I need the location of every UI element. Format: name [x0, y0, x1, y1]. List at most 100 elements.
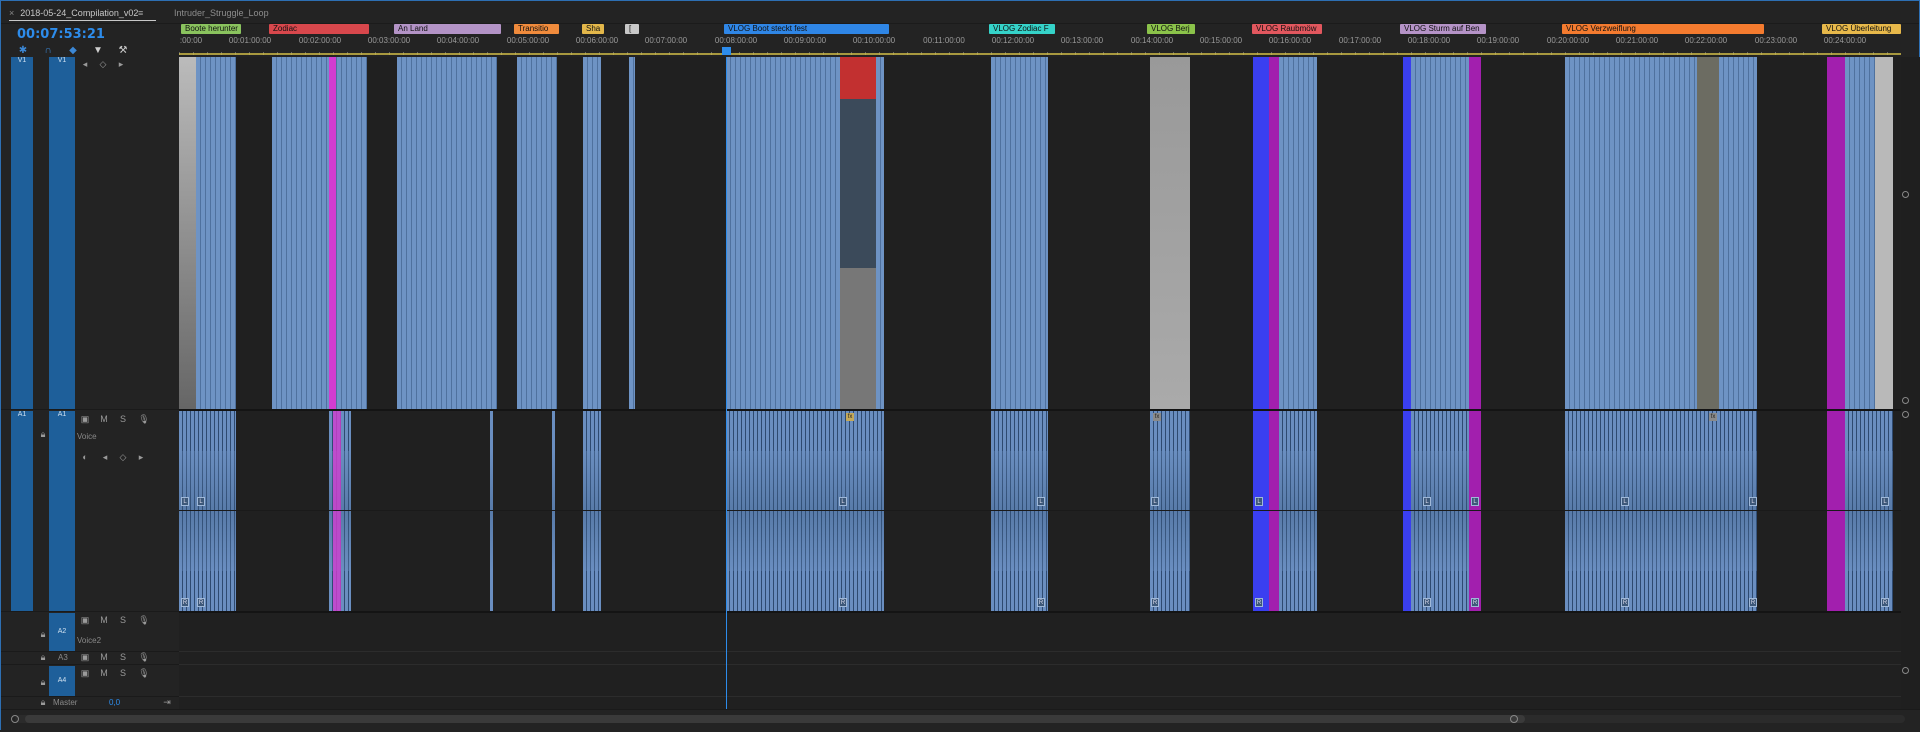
video-zoom-handle-icon[interactable] — [1902, 191, 1909, 198]
voice-over-record-icon[interactable]: 🎙︎ — [138, 652, 150, 663]
marker-icon[interactable]: ▼ — [92, 45, 104, 57]
source-patch-v1[interactable]: V1 — [11, 57, 33, 409]
target-track-a4[interactable]: A4 — [49, 666, 75, 696]
video-clip[interactable] — [1403, 57, 1411, 409]
next-keyframe-icon[interactable]: ▸ — [115, 59, 127, 70]
video-clip[interactable] — [1279, 57, 1317, 409]
audio-clip[interactable] — [1279, 411, 1317, 611]
panel-menu-icon[interactable]: ≡ — [138, 8, 143, 18]
marker-vlog-berj[interactable]: VLOG Berj — [1147, 24, 1195, 34]
mute-button[interactable]: M — [98, 668, 110, 678]
marker-vlog-zodiac[interactable]: VLOG Zodiac F — [989, 24, 1055, 34]
vertical-scrollbar[interactable] — [1901, 57, 1920, 709]
audio-clip[interactable] — [991, 411, 1048, 611]
time-ruler[interactable]: Boote herunter Zodiac An Land Transitio … — [179, 23, 1901, 55]
marker-vlog-ueberleitung[interactable]: VLOG Überleitung — [1822, 24, 1901, 34]
video-clip[interactable] — [179, 57, 196, 409]
video-clip[interactable] — [272, 57, 367, 409]
video-zoom-handle-icon[interactable] — [1902, 397, 1909, 404]
video-clip[interactable] — [517, 57, 557, 409]
video-clip[interactable] — [1697, 57, 1719, 409]
audio-clip[interactable] — [1150, 411, 1190, 611]
sync-lock-icon[interactable]: ▣ — [79, 652, 91, 663]
playhead-line[interactable] — [726, 57, 727, 709]
zoom-start-handle-icon[interactable] — [11, 715, 19, 723]
snap-icon[interactable]: ✱ — [17, 45, 29, 57]
video-clip[interactable] — [1875, 57, 1893, 409]
sync-lock-icon[interactable]: ▣ — [79, 414, 91, 425]
video-clip[interactable] — [329, 57, 336, 409]
scrollbar-thumb[interactable] — [25, 715, 1525, 723]
lock-icon[interactable]: 🔒︎ — [37, 429, 49, 440]
mute-button[interactable]: M — [98, 615, 110, 625]
add-keyframe-icon[interactable]: ◇ — [117, 452, 129, 463]
audio-clip[interactable] — [1253, 411, 1269, 611]
target-track-a1[interactable]: A1 — [49, 411, 75, 611]
marker-zodiac[interactable]: Zodiac — [269, 24, 369, 34]
audio-zoom-handle-icon[interactable] — [1902, 411, 1909, 418]
audio-clip[interactable] — [552, 411, 555, 611]
marker-an-land[interactable]: An Land — [394, 24, 501, 34]
solo-button[interactable]: S — [117, 615, 129, 625]
audio-clip[interactable] — [333, 411, 341, 611]
solo-button[interactable]: S — [117, 414, 129, 424]
lock-icon[interactable]: 🔒︎ — [37, 629, 49, 640]
audio-clip[interactable] — [726, 411, 884, 611]
video-clip[interactable] — [1469, 57, 1481, 409]
audio-clip[interactable] — [1269, 411, 1279, 611]
marker-vlog-boot-steckt-fest[interactable]: VLOG Boot steckt fest — [724, 24, 889, 34]
source-patch-a1[interactable]: A1 — [11, 411, 33, 611]
sync-lock-icon[interactable]: ▣ — [79, 615, 91, 626]
video-clip[interactable] — [1253, 57, 1269, 409]
target-track-v1[interactable]: V1 — [49, 57, 75, 409]
next-keyframe-icon[interactable]: ▸ — [135, 452, 147, 463]
video-clip[interactable] — [876, 57, 884, 409]
video-clip[interactable] — [1411, 57, 1469, 409]
master-volume-value[interactable]: 0,0 — [109, 698, 120, 707]
marker-transition[interactable]: Transitio — [514, 24, 559, 34]
video-clip[interactable] — [196, 57, 236, 409]
add-marker-icon[interactable]: ◆ — [67, 45, 79, 57]
audio-clip[interactable] — [583, 411, 601, 611]
track-name-voice[interactable]: Voice — [77, 432, 97, 441]
playhead-timecode[interactable]: 00:07:53:21 — [17, 27, 105, 42]
video-clip[interactable] — [397, 57, 497, 409]
mute-button[interactable]: M — [98, 652, 110, 662]
marker-short[interactable]: [ — [625, 24, 639, 34]
work-area-bar[interactable] — [179, 53, 1901, 55]
video-clip[interactable] — [583, 57, 601, 409]
timeline-tracks[interactable]: L L R R L R L R L R L R L R L R L R L R … — [179, 57, 1901, 709]
fx-badge[interactable]: fx — [1709, 413, 1717, 421]
lock-icon[interactable]: 🔒︎ — [37, 697, 49, 708]
linked-selection-icon[interactable]: ∩ — [42, 45, 54, 57]
video-clip[interactable] — [726, 57, 840, 409]
voice-over-record-icon[interactable]: 🎙︎ — [138, 414, 150, 425]
audio-clip[interactable] — [1565, 411, 1757, 611]
video-clip[interactable] — [840, 57, 876, 409]
wrench-icon[interactable]: ⚒ — [117, 45, 129, 57]
marker-vlog-verzweiflung[interactable]: VLOG Verzweiflung — [1562, 24, 1764, 34]
solo-button[interactable]: S — [117, 652, 129, 662]
track-name-voice2[interactable]: Voice2 — [77, 636, 101, 645]
audio-clip[interactable] — [1845, 411, 1893, 611]
video-clip[interactable] — [1827, 57, 1845, 409]
tab-compilation[interactable]: × 2018-05-24_Compilation_v02 — [9, 6, 157, 21]
marker-vlog-raubmoewe[interactable]: VLOG Raubmöw — [1252, 24, 1322, 34]
add-keyframe-icon[interactable]: ◇ — [97, 59, 109, 70]
marker-sha[interactable]: Sha — [582, 24, 604, 34]
video-clip[interactable] — [1845, 57, 1875, 409]
video-clip[interactable] — [629, 57, 635, 409]
volume-keyframe-icon[interactable]: ◐ — [79, 452, 91, 462]
audio-clip[interactable] — [179, 411, 236, 611]
voice-over-record-icon[interactable]: 🎙︎ — [138, 668, 150, 679]
sync-lock-icon[interactable]: ▣ — [79, 668, 91, 679]
video-clip[interactable] — [1150, 57, 1190, 409]
audio-clip[interactable] — [1827, 411, 1845, 611]
lock-icon[interactable]: 🔒︎ — [37, 677, 49, 688]
solo-button[interactable]: S — [117, 668, 129, 678]
playhead-handle[interactable] — [722, 47, 731, 55]
video-clip[interactable] — [1269, 57, 1279, 409]
voice-over-record-icon[interactable]: 🎙︎ — [138, 615, 150, 626]
close-tab-icon[interactable]: × — [9, 8, 14, 18]
video-clip[interactable] — [991, 57, 1048, 409]
